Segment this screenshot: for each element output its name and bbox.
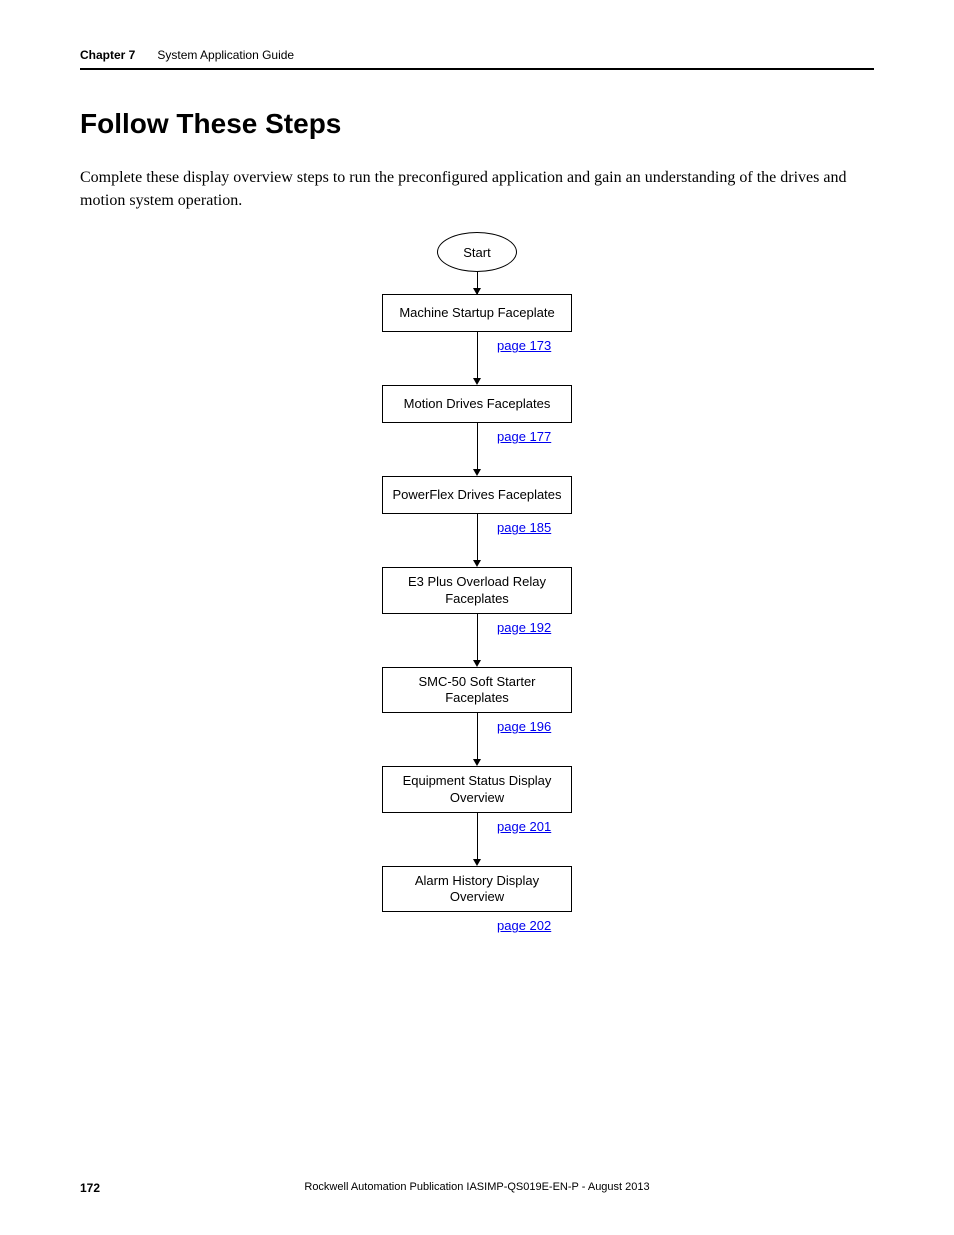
arrow-down-icon (473, 759, 481, 766)
page-footer: 172 Rockwell Automation Publication IASI… (80, 1181, 874, 1195)
flow-connector-segment (477, 360, 478, 378)
page-link[interactable]: page 201 (497, 819, 551, 834)
arrow-down-icon (473, 660, 481, 667)
flow-step-pagelink-row: page 192 (367, 614, 587, 642)
flow-start-node: Start (437, 232, 517, 272)
flow-connector-segment (477, 423, 478, 451)
flow-step-pagelink-row: page 185 (367, 514, 587, 542)
flow-step-label: Motion Drives Faceplates (404, 396, 551, 412)
arrow-down-icon (473, 859, 481, 866)
flow-step-pagelink-row: page 202 (367, 912, 587, 940)
flow-step-label: E3 Plus Overload Relay Faceplates (389, 574, 565, 607)
arrow-down-icon (473, 378, 481, 385)
arrow-down-icon (473, 469, 481, 476)
flow-step-label: SMC-50 Soft Starter Faceplates (389, 674, 565, 707)
page-link[interactable]: page 177 (497, 429, 551, 444)
flow-step-box: Alarm History Display Overview (382, 866, 572, 913)
flow-step-label: PowerFlex Drives Faceplates (392, 487, 561, 503)
page-link[interactable]: page 192 (497, 620, 551, 635)
flow-step-box: Machine Startup Faceplate (382, 294, 572, 332)
flow-step-label: Machine Startup Faceplate (399, 305, 554, 321)
running-header: Chapter 7 System Application Guide (80, 48, 874, 70)
page-link[interactable]: page 196 (497, 719, 551, 734)
flow-connector-segment (477, 332, 478, 360)
flow-step-box: Motion Drives Faceplates (382, 385, 572, 423)
flow-step-pagelink-row: page 201 (367, 813, 587, 841)
arrow-down-icon (473, 560, 481, 567)
page-number: 172 (80, 1181, 100, 1195)
flow-step-pagelink-row: page 196 (367, 713, 587, 741)
flow-step-label: Alarm History Display Overview (389, 873, 565, 906)
flow-connector-segment (477, 514, 478, 542)
flow-connector-segment (477, 841, 478, 859)
flow-step-pagelink-row: page 173 (367, 332, 587, 360)
flow-connector-segment (477, 741, 478, 759)
flow-connector (477, 272, 478, 294)
flow-connector-segment (477, 451, 478, 469)
flowchart: Start Machine Startup Faceplate page 173… (80, 232, 874, 1072)
chapter-label: Chapter 7 (80, 48, 135, 62)
flow-start-label: Start (463, 245, 490, 260)
flow-step-label: Equipment Status Display Overview (389, 773, 565, 806)
page-link[interactable]: page 173 (497, 338, 551, 353)
flow-step-box: Equipment Status Display Overview (382, 766, 572, 813)
section-label: System Application Guide (157, 48, 294, 62)
publication-info: Rockwell Automation Publication IASIMP-Q… (304, 1181, 649, 1193)
flow-connector-segment (477, 642, 478, 660)
flow-connector-segment (477, 542, 478, 560)
page-link[interactable]: page 202 (497, 918, 551, 933)
flow-connector-segment (477, 813, 478, 841)
flow-step-pagelink-row: page 177 (367, 423, 587, 451)
flow-step-box: PowerFlex Drives Faceplates (382, 476, 572, 514)
page-link[interactable]: page 185 (497, 520, 551, 535)
flow-step-box: SMC-50 Soft Starter Faceplates (382, 667, 572, 714)
intro-paragraph: Complete these display overview steps to… (80, 166, 874, 212)
flow-step-box: E3 Plus Overload Relay Faceplates (382, 567, 572, 614)
flow-connector-segment (477, 713, 478, 741)
page-title: Follow These Steps (80, 108, 874, 140)
flow-connector-segment (477, 614, 478, 642)
